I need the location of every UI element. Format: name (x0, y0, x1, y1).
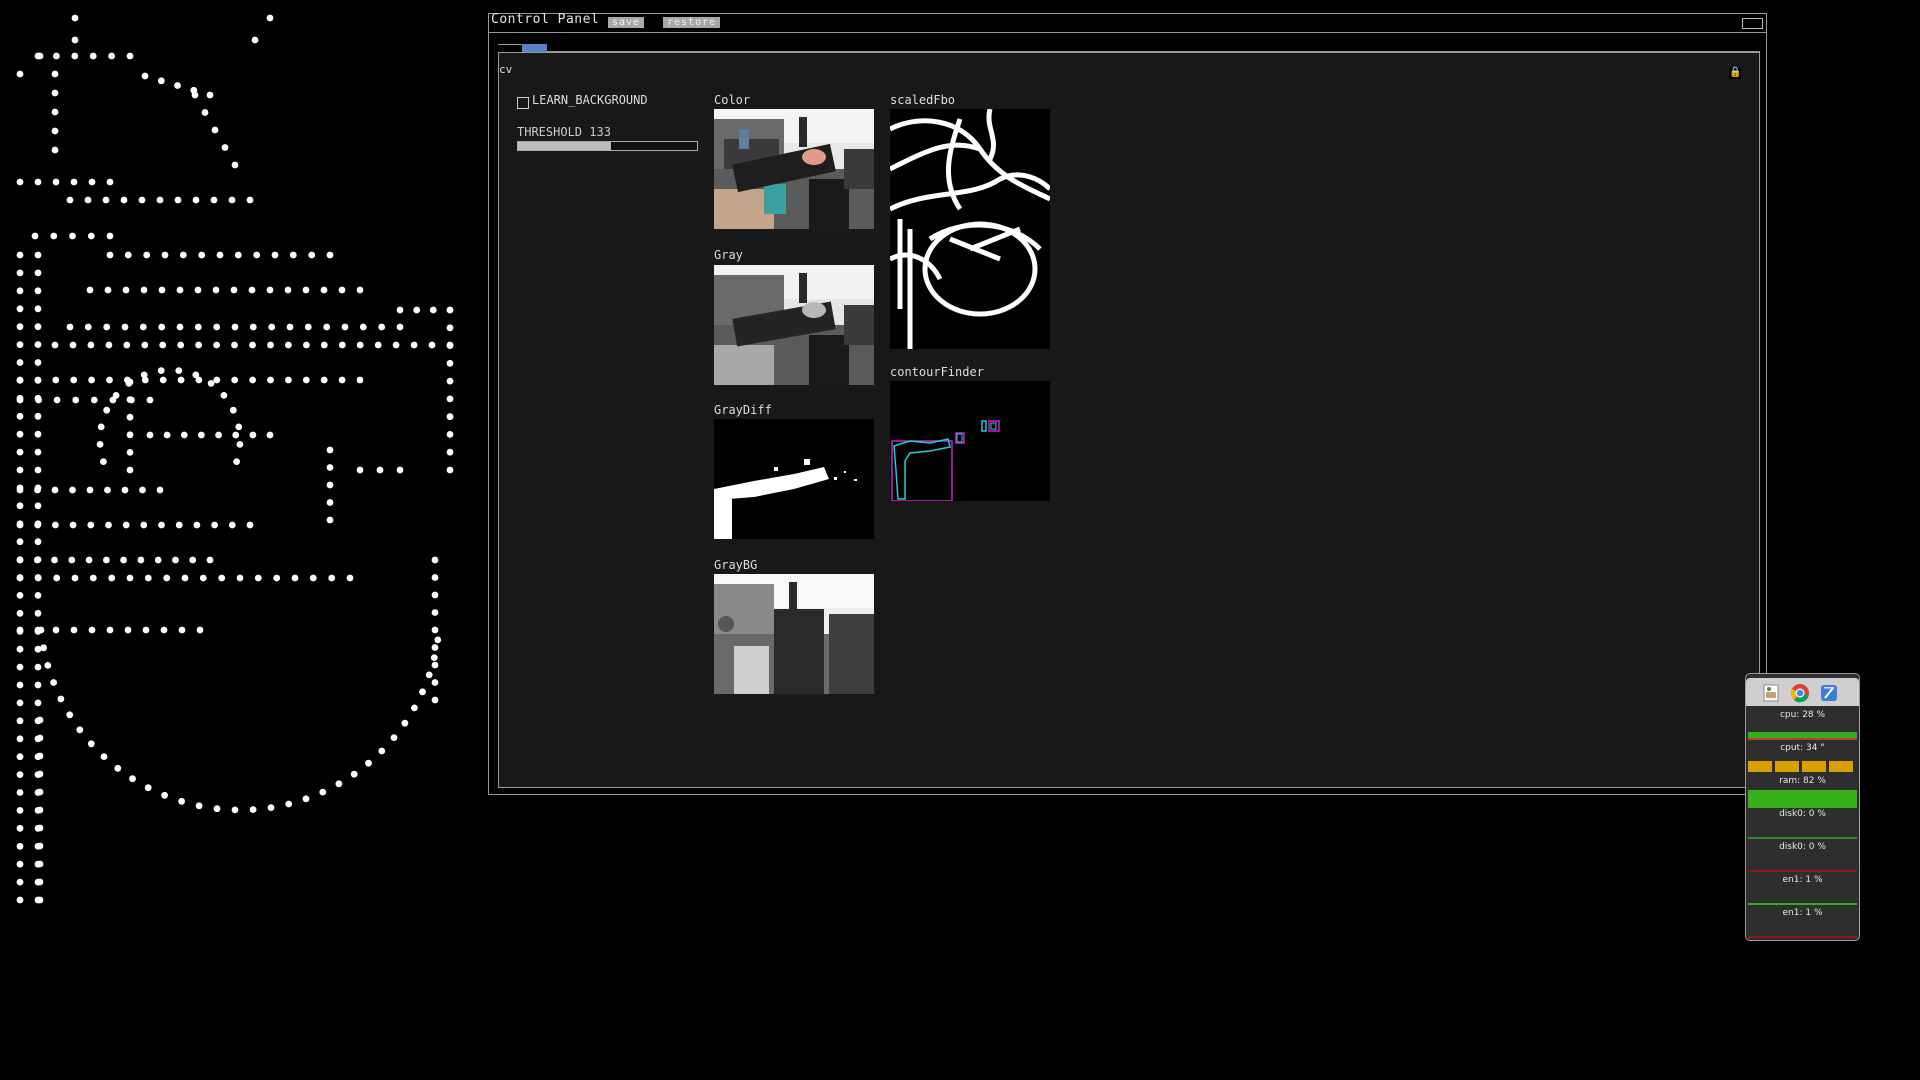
gray-image-label: Gray (714, 248, 743, 262)
graybg-image-label: GrayBG (714, 558, 758, 572)
monitor-row-bar (1748, 837, 1857, 839)
cpu-temp-segment (1829, 761, 1853, 772)
monitor-row-label: en1: 1 % (1782, 908, 1823, 918)
cpu-temp-segment (1748, 761, 1772, 772)
chrome-icon[interactable] (1790, 683, 1810, 703)
monitor-row: cpu: 28 % (1748, 708, 1857, 741)
monitor-row-bar (1748, 732, 1857, 740)
minimize-button[interactable] (1742, 18, 1763, 29)
monitor-app-icons (1746, 678, 1859, 706)
monitor-row-label: ram: 82 % (1779, 776, 1826, 786)
monitor-row: en1: 1 % (1748, 906, 1857, 939)
system-monitor-widget: cpu: 28 % cput: 34 ° ram: 82 % disk0: 0 % di… (1745, 673, 1860, 941)
lock-icon[interactable]: 🔒 (1729, 67, 1741, 79)
contourfinder-image-label: contourFinder (890, 365, 984, 379)
monitor-row-label: disk0: 0 % (1779, 809, 1826, 819)
monitor-row-bar (1748, 870, 1857, 872)
save-button[interactable]: save (608, 17, 645, 28)
title-bar[interactable]: Control Panel save restore (489, 12, 1766, 33)
monitor-row: cput: 34 ° (1748, 741, 1857, 774)
monitor-row: ram: 82 % (1748, 774, 1857, 808)
monitor-row-bar (1748, 761, 1857, 772)
learn-background-checkbox[interactable] (517, 97, 529, 109)
monitor-row-label: cput: 34 ° (1780, 743, 1825, 753)
cpu-temp-segment (1775, 761, 1799, 772)
threshold-slider-fill (518, 142, 612, 150)
contourfinder-image (890, 381, 1050, 501)
learn-background-label: LEARN_BACKGROUND (532, 93, 648, 107)
monitor-row-label: cpu: 28 % (1779, 710, 1826, 720)
control-panel-window: Control Panel save restore cv 🔒 LEARN_BA… (488, 12, 1767, 795)
color-image-label: Color (714, 93, 751, 107)
color-image (714, 109, 874, 229)
threshold-label: THRESHOLD 133 (517, 125, 611, 139)
restore-button[interactable]: restore (663, 17, 721, 28)
monitor-row-label: disk0: 0 % (1779, 842, 1826, 852)
monitor-row-bar (1748, 790, 1857, 808)
monitor-row: disk0: 0 % (1748, 840, 1857, 873)
scaledfbo-image-label: scaledFbo (890, 93, 956, 107)
group-label-cv: cv (499, 63, 513, 76)
tab-active-indicator[interactable] (522, 44, 547, 52)
monitor-row-bar (1748, 903, 1857, 905)
graydiff-image (714, 419, 874, 539)
monitor-row-bar (1748, 936, 1857, 938)
monitor-row-label: en1: 1 % (1782, 875, 1823, 885)
preview-icon[interactable] (1761, 683, 1781, 703)
cpu-temp-segment (1802, 761, 1826, 772)
gray-image (714, 265, 874, 385)
monitor-row: disk0: 0 % (1748, 807, 1857, 840)
threshold-slider[interactable] (517, 141, 698, 151)
xcode-icon[interactable] (1819, 683, 1839, 703)
scaledfbo-image (890, 109, 1050, 349)
dot-art-wallpaper (16, 14, 454, 904)
graydiff-image-label: GrayDiff (714, 403, 772, 417)
cv-group: cv 🔒 LEARN_BACKGROUND THRESHOLD 133 Colo… (498, 52, 1760, 788)
monitor-row: en1: 1 % (1748, 873, 1857, 906)
graybg-image (714, 574, 874, 694)
tab-strip (498, 42, 1760, 52)
panel-title: Control Panel (491, 12, 600, 27)
